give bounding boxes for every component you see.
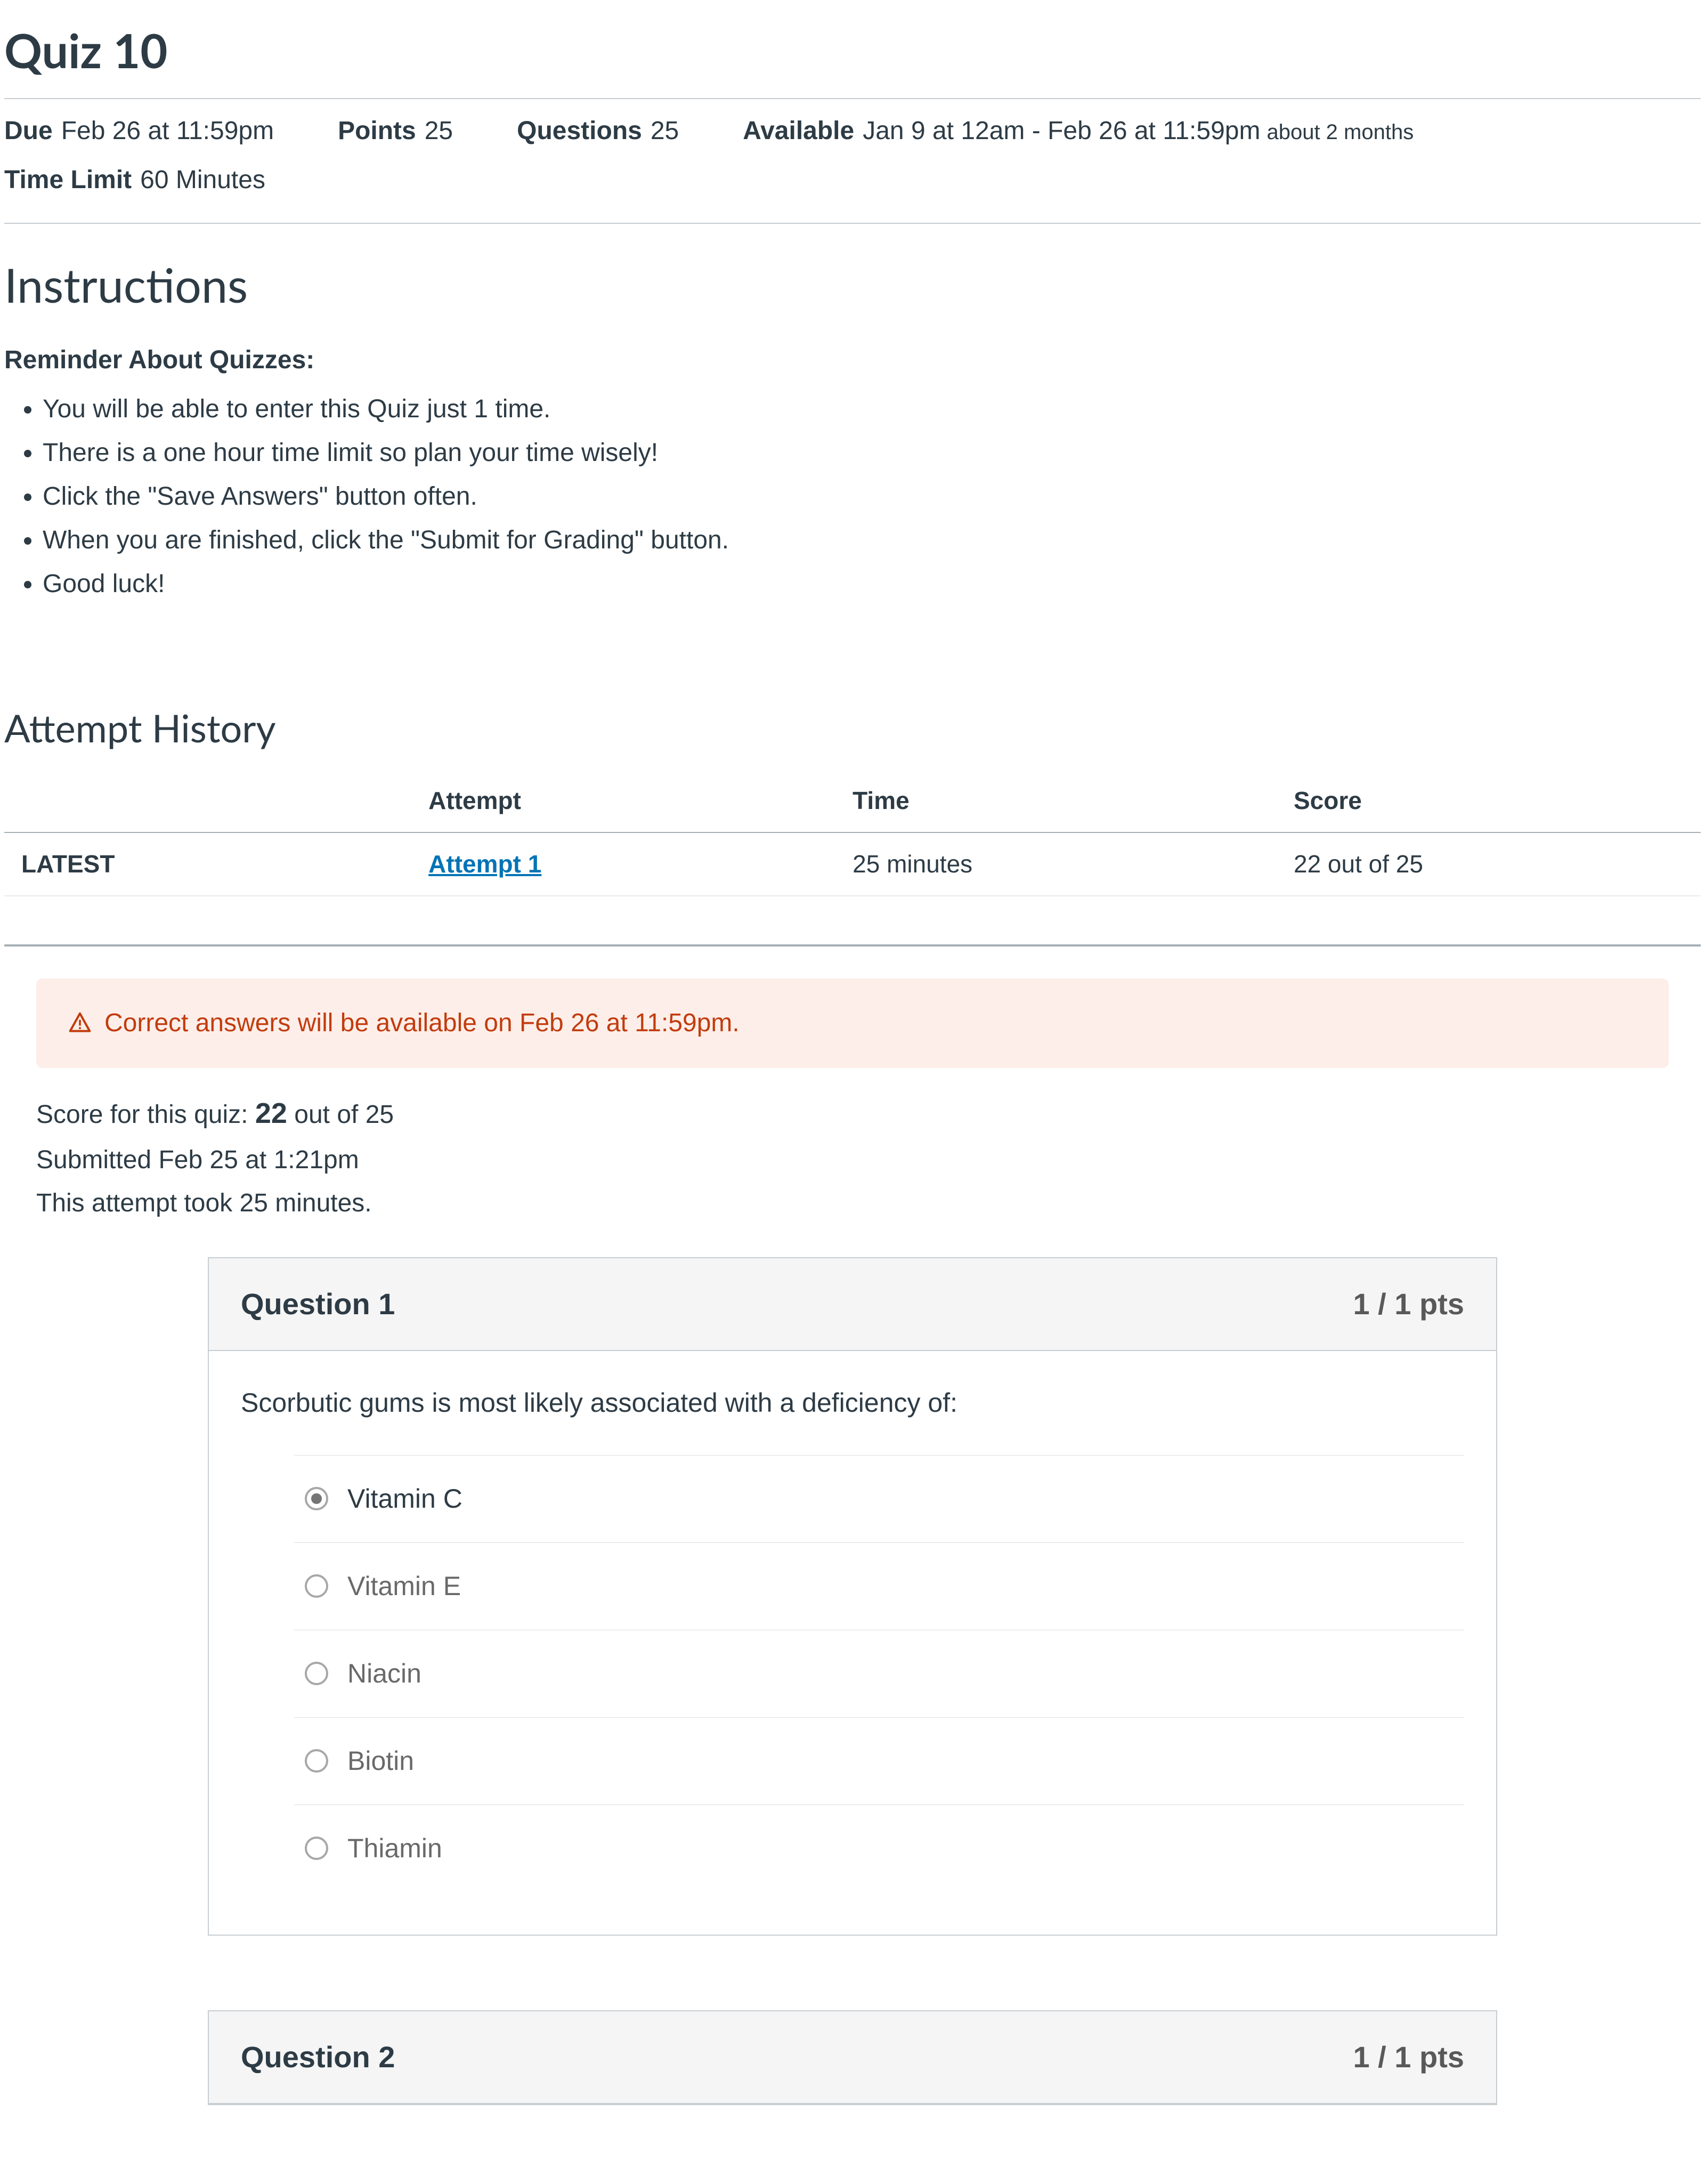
meta-due-value: Feb 26 at 11:59pm <box>61 112 274 150</box>
meta-questions-label: Questions <box>517 112 642 150</box>
submitted-line: Submitted Feb 25 at 1:21pm <box>36 1138 1669 1182</box>
score-summary: Score for this quiz: 22 out of 25 Submit… <box>36 1089 1669 1225</box>
instruction-item: Click the "Save Answers" button often. <box>43 478 1701 516</box>
question-title: Question 1 <box>241 1282 395 1326</box>
duration-line: This attempt took 25 minutes. <box>36 1182 1669 1225</box>
instructions-list: You will be able to enter this Quiz just… <box>4 390 1701 603</box>
question-points: 1 / 1 pts <box>1353 2035 1464 2080</box>
score-suffix: out of 25 <box>287 1101 394 1129</box>
question-card-1: Question 1 1 / 1 pts Scorbutic gums is m… <box>208 1257 1497 1936</box>
answer-option[interactable]: Vitamin C <box>294 1455 1464 1542</box>
answer-label: Vitamin C <box>347 1479 462 1519</box>
meta-available-sub: about 2 months <box>1266 116 1414 148</box>
instruction-item: There is a one hour time limit so plan y… <box>43 434 1701 472</box>
meta-available-label: Available <box>743 112 854 150</box>
radio-icon <box>305 1837 328 1860</box>
col-blank <box>4 770 411 832</box>
meta-timelimit-value: 60 Minutes <box>140 161 265 199</box>
attempt-link[interactable]: Attempt 1 <box>428 850 541 878</box>
answer-option[interactable]: Thiamin <box>294 1805 1464 1892</box>
score-prefix: Score for this quiz: <box>36 1101 255 1129</box>
meta-points-label: Points <box>338 112 416 150</box>
attempt-score: 22 out of 25 <box>1277 832 1701 896</box>
question-points: 1 / 1 pts <box>1353 1282 1464 1326</box>
meta-due: Due Feb 26 at 11:59pm <box>4 112 274 150</box>
meta-available-value: Jan 9 at 12am - Feb 26 at 11:59pm <box>863 112 1260 150</box>
col-attempt: Attempt <box>411 770 835 832</box>
radio-icon <box>305 1574 328 1598</box>
answer-option[interactable]: Niacin <box>294 1630 1464 1717</box>
answer-label: Biotin <box>347 1741 414 1781</box>
meta-questions: Questions 25 <box>517 112 679 150</box>
question-body: Scorbutic gums is most likely associated… <box>209 1351 1496 1935</box>
radio-icon <box>305 1749 328 1773</box>
question-header: Question 2 1 / 1 pts <box>209 2011 1496 2104</box>
meta-timelimit: Time Limit 60 Minutes <box>4 161 265 199</box>
instruction-item: When you are finished, click the "Submit… <box>43 521 1701 560</box>
col-time: Time <box>835 770 1277 832</box>
score-line: Score for this quiz: 22 out of 25 <box>36 1089 1669 1138</box>
meta-timelimit-label: Time Limit <box>4 161 132 199</box>
meta-available: Available Jan 9 at 12am - Feb 26 at 11:5… <box>743 112 1414 150</box>
answer-list: Vitamin C Vitamin E Niacin Biotin Thiami… <box>294 1455 1464 1892</box>
answer-option[interactable]: Biotin <box>294 1717 1464 1805</box>
page-title: Quiz 10 <box>4 15 1701 85</box>
quiz-meta: Due Feb 26 at 11:59pm Points 25 Question… <box>4 98 1701 224</box>
question-text: Scorbutic gums is most likely associated… <box>241 1383 1464 1423</box>
answer-label: Thiamin <box>347 1829 442 1868</box>
latest-badge: LATEST <box>4 832 411 896</box>
radio-icon <box>305 1487 328 1510</box>
answer-label: Niacin <box>347 1654 421 1694</box>
attempt-history-heading: Attempt History <box>4 699 1701 757</box>
col-score: Score <box>1277 770 1701 832</box>
meta-points-value: 25 <box>425 112 453 150</box>
warning-icon <box>68 1012 92 1035</box>
meta-points: Points 25 <box>338 112 453 150</box>
correct-answers-alert: Correct answers will be available on Feb… <box>36 978 1669 1068</box>
answer-label: Vitamin E <box>347 1566 461 1606</box>
meta-due-label: Due <box>4 112 53 150</box>
attempt-time: 25 minutes <box>835 832 1277 896</box>
instruction-item: Good luck! <box>43 565 1701 603</box>
table-row: LATEST Attempt 1 25 minutes 22 out of 25 <box>4 832 1701 896</box>
meta-questions-value: 25 <box>651 112 679 150</box>
answer-option[interactable]: Vitamin E <box>294 1542 1464 1630</box>
attempt-history-table: Attempt Time Score LATEST Attempt 1 25 m… <box>4 770 1701 896</box>
alert-text: Correct answers will be available on Feb… <box>104 1004 740 1042</box>
instructions-heading: Instructions <box>4 249 1701 320</box>
question-card-2: Question 2 1 / 1 pts <box>208 2010 1497 2105</box>
radio-icon <box>305 1662 328 1685</box>
score-value: 22 <box>255 1097 287 1129</box>
reminder-label: Reminder About Quizzes: <box>4 341 1701 379</box>
question-title: Question 2 <box>241 2035 395 2080</box>
question-header: Question 1 1 / 1 pts <box>209 1258 1496 1351</box>
instruction-item: You will be able to enter this Quiz just… <box>43 390 1701 428</box>
divider <box>4 944 1701 947</box>
